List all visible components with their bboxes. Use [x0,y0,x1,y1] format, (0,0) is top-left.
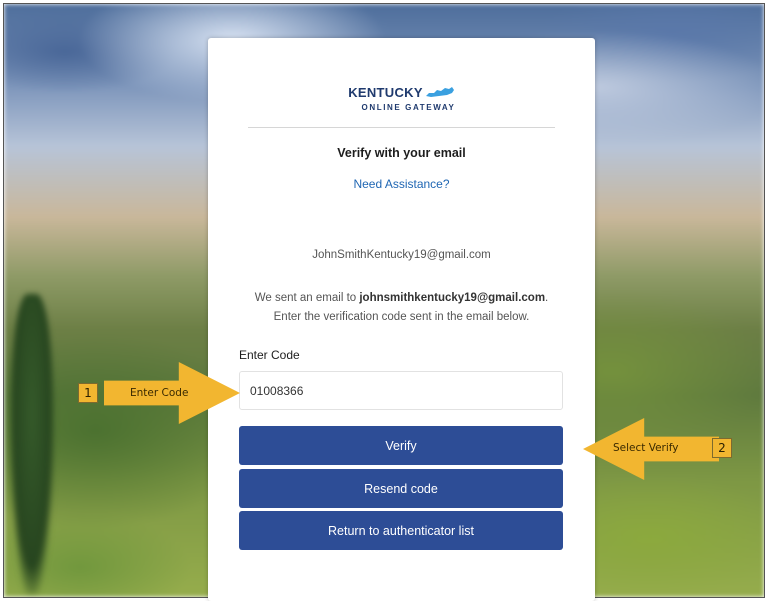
verification-code-input[interactable] [239,371,563,410]
step-1-badge: 1 [78,383,98,403]
step-2-badge: 2 [712,438,732,458]
enter-code-label: Enter Code [239,348,300,362]
page-title: Verify with your email [337,146,466,160]
logo-wordmark: KENTUCKY [348,85,423,100]
step-2-label: Select Verify [613,442,679,454]
login-card: KENTUCKY ONLINE GATEWAY Verify with your… [208,38,595,601]
need-assistance-link[interactable]: Need Assistance? [208,177,595,191]
resend-code-button[interactable]: Resend code [239,469,563,508]
logo-subtitle: ONLINE GATEWAY [361,103,456,112]
verification-message: We sent an email to johnsmithkentucky19@… [254,292,549,323]
return-to-authenticator-list-button[interactable]: Return to authenticator list [239,511,563,550]
sent-to-email: johnsmithkentucky19@gmail.com [359,292,546,304]
account-email: JohnSmithKentucky19@gmail.com [312,249,491,261]
kentucky-state-icon [425,87,454,97]
background-tree [10,294,54,594]
kentucky-online-gateway-logo: KENTUCKY ONLINE GATEWAY [208,84,595,112]
verify-button[interactable]: Verify [239,426,563,465]
step-1-label: Enter Code [130,387,189,399]
header-divider [248,127,555,128]
